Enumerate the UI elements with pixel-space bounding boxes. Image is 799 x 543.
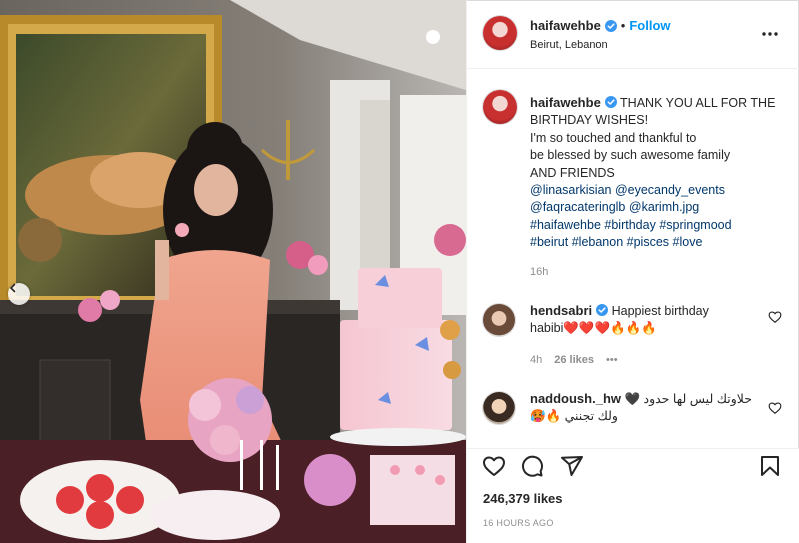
mention-link[interactable]: @karimh.jpg [629, 200, 699, 214]
separator-dot: • [620, 18, 626, 33]
hashtag-link[interactable]: #lebanon [572, 235, 623, 249]
post-photo[interactable] [0, 0, 466, 543]
likes-count[interactable]: 246,379 likes [483, 491, 563, 506]
comment-text: حلاوتك ليس لها حدود 🖤 [624, 392, 752, 406]
post-sidebar: haifawehbe • Follow Beirut, Lebanon haif… [466, 0, 799, 543]
hashtag-link[interactable]: #beirut [530, 235, 568, 249]
mention-link[interactable]: @faqracateringlb [530, 200, 625, 214]
mention-link[interactable]: @eyecandy_events [615, 183, 725, 197]
hashtag-link[interactable]: #love [673, 235, 703, 249]
commenter-username[interactable]: hendsabri [530, 303, 592, 318]
caption-username[interactable]: haifawehbe [530, 95, 601, 110]
commenter-username[interactable]: naddoush._hw [530, 391, 621, 406]
comment-text: ولك تجنني 🔥🥵 [530, 409, 618, 424]
more-options-button[interactable] [760, 24, 780, 44]
post-caption: haifawehbe THANK YOU ALL FOR THE BIRTHDA… [530, 94, 790, 252]
comment-more-button[interactable]: ••• [606, 354, 618, 366]
comment-time[interactable]: 4h [530, 354, 542, 366]
heart-icon [483, 456, 505, 476]
share-icon [561, 456, 583, 476]
hashtag-link[interactable]: #pisces [627, 235, 669, 249]
caption-timestamp[interactable]: 16h [530, 266, 548, 278]
verified-icon [604, 96, 617, 108]
mention-link[interactable]: @linasarkisian [530, 183, 611, 197]
comment-icon [522, 455, 544, 477]
chevron-left-icon [9, 283, 16, 293]
save-button[interactable] [757, 453, 783, 479]
birthday-party-scene [0, 0, 466, 543]
commenter-avatar[interactable] [483, 392, 515, 424]
post-timestamp[interactable]: 16 HOURS AGO [483, 518, 554, 528]
hashtag-link[interactable]: #birthday [604, 218, 655, 232]
caption-text-line: THANK YOU ALL FOR THE [620, 96, 776, 110]
header-user-row: haifawehbe • Follow [530, 18, 671, 33]
author-avatar[interactable] [483, 16, 517, 50]
verified-icon [604, 19, 617, 32]
comment-meta: 4h 26 likes ••• [530, 354, 618, 366]
comment-text: Happiest birthday [611, 304, 709, 318]
heart-icon[interactable] [768, 401, 782, 415]
comments-scroll-area[interactable]: haifawehbe THANK YOU ALL FOR THE BIRTHDA… [467, 70, 799, 448]
verified-icon [596, 304, 609, 316]
heart-icon[interactable] [768, 310, 782, 324]
hashtag-link[interactable]: #haifawehbe [530, 218, 601, 232]
bookmark-icon [761, 456, 779, 476]
comment-button[interactable] [519, 453, 545, 479]
share-button[interactable] [559, 453, 585, 479]
caption-text-line: be blessed by such awesome family [530, 148, 731, 163]
carousel-prev-button[interactable] [8, 283, 30, 305]
author-username[interactable]: haifawehbe [530, 18, 601, 33]
more-icon [762, 32, 778, 36]
comment-body: hendsabri Happiest birthday habibi❤️❤️❤️… [530, 302, 766, 338]
commenter-avatar[interactable] [483, 304, 515, 336]
comment-body: naddoush._hw حلاوتك ليس لها حدود 🖤 ولك ت… [530, 390, 766, 426]
post-actions: 246,379 likes 16 HOURS AGO [467, 448, 799, 543]
caption-author-avatar[interactable] [483, 90, 517, 124]
caption-text-line: AND FRIENDS [530, 165, 615, 180]
hashtag-link[interactable]: #springmood [659, 218, 731, 232]
post-header: haifawehbe • Follow Beirut, Lebanon [467, 0, 799, 69]
post-location[interactable]: Beirut, Lebanon [530, 39, 608, 51]
like-button[interactable] [481, 453, 507, 479]
caption-text-line: I'm so touched and thankful to [530, 130, 697, 145]
comment-text: habibi❤️❤️❤️🔥🔥🔥 [530, 321, 657, 336]
caption-text-line: BIRTHDAY WISHES! [530, 113, 649, 128]
follow-button[interactable]: Follow [629, 18, 670, 33]
comment-likes[interactable]: 26 likes [554, 354, 594, 366]
